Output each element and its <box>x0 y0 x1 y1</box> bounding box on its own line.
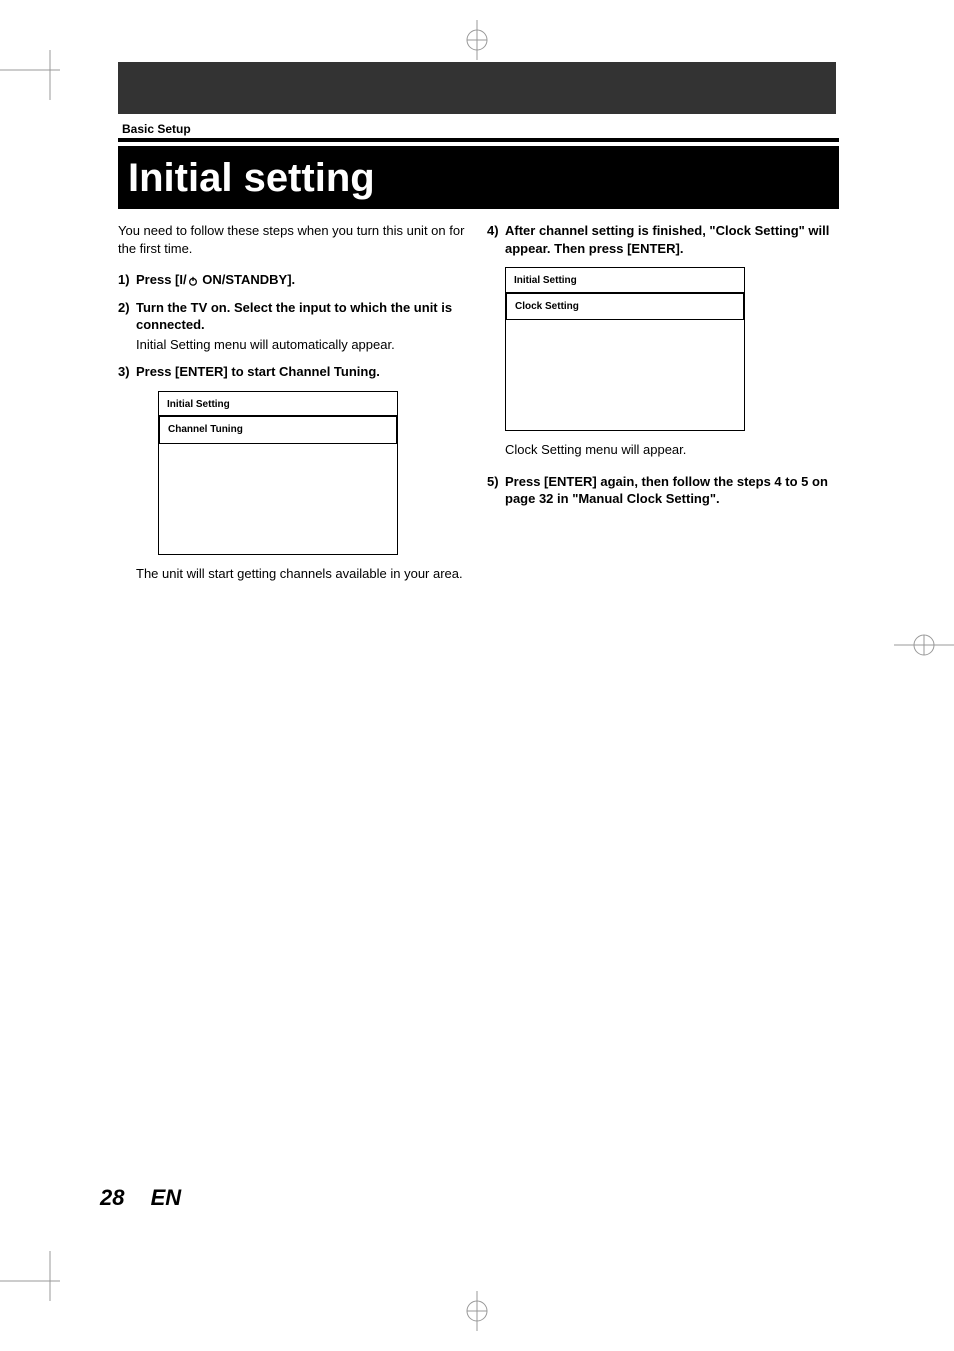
right-column: 4) After channel setting is finished, "C… <box>487 222 836 582</box>
step-2: 2) Turn the TV on. Select the input to w… <box>118 299 467 354</box>
step-number: 4) <box>487 222 505 257</box>
step-number: 1) <box>118 271 136 289</box>
step-text: Press [ENTER] again, then follow the ste… <box>505 473 836 508</box>
step-4: 4) After channel setting is finished, "C… <box>487 222 836 257</box>
crop-mark-left-top <box>0 50 70 110</box>
step-5: 5) Press [ENTER] again, then follow the … <box>487 473 836 508</box>
step-text: After channel setting is finished, "Cloc… <box>505 222 836 257</box>
step-1: 1) Press [I/ ON/STANDBY]. <box>118 271 467 289</box>
screen-channel-tuning: Initial Setting Channel Tuning <box>158 391 398 555</box>
step-number: 3) <box>118 363 136 381</box>
page-number: 28 <box>100 1185 124 1210</box>
divider-thick <box>118 138 839 142</box>
left-column: You need to follow these steps when you … <box>118 222 467 582</box>
power-icon <box>188 276 198 286</box>
screen-title: Initial Setting <box>159 392 397 416</box>
screen-blank <box>159 444 397 554</box>
step-text: Press [ENTER] to start Channel Tuning. <box>136 363 467 381</box>
crop-mark-bottom <box>457 1291 497 1331</box>
screen-blank <box>506 320 744 430</box>
page-lang: EN <box>151 1185 182 1210</box>
step-number: 5) <box>487 473 505 508</box>
after-text-1: The unit will start getting channels ava… <box>136 565 467 583</box>
screen-item: Clock Setting <box>506 293 744 321</box>
crop-mark-top <box>457 20 497 60</box>
crop-mark-right <box>894 620 954 670</box>
intro-text: You need to follow these steps when you … <box>118 222 467 257</box>
content-columns: You need to follow these steps when you … <box>118 222 836 582</box>
section-label: Basic Setup <box>122 122 191 136</box>
screen-title: Initial Setting <box>506 268 744 292</box>
page-footer: 28 EN <box>100 1185 181 1211</box>
screen-clock-setting: Initial Setting Clock Setting <box>505 267 745 431</box>
page-title: Initial setting <box>128 156 375 201</box>
header-bar <box>118 62 836 114</box>
crop-mark-left-bottom <box>0 1241 70 1301</box>
step-text: Press [I/ ON/STANDBY]. <box>136 271 467 289</box>
step-number: 2) <box>118 299 136 354</box>
title-bar: Initial setting <box>118 147 839 209</box>
step-text: Turn the TV on. Select the input to whic… <box>136 299 467 354</box>
screen-item: Channel Tuning <box>159 416 397 444</box>
after-text-2: Clock Setting menu will appear. <box>505 441 836 459</box>
step-3: 3) Press [ENTER] to start Channel Tuning… <box>118 363 467 381</box>
